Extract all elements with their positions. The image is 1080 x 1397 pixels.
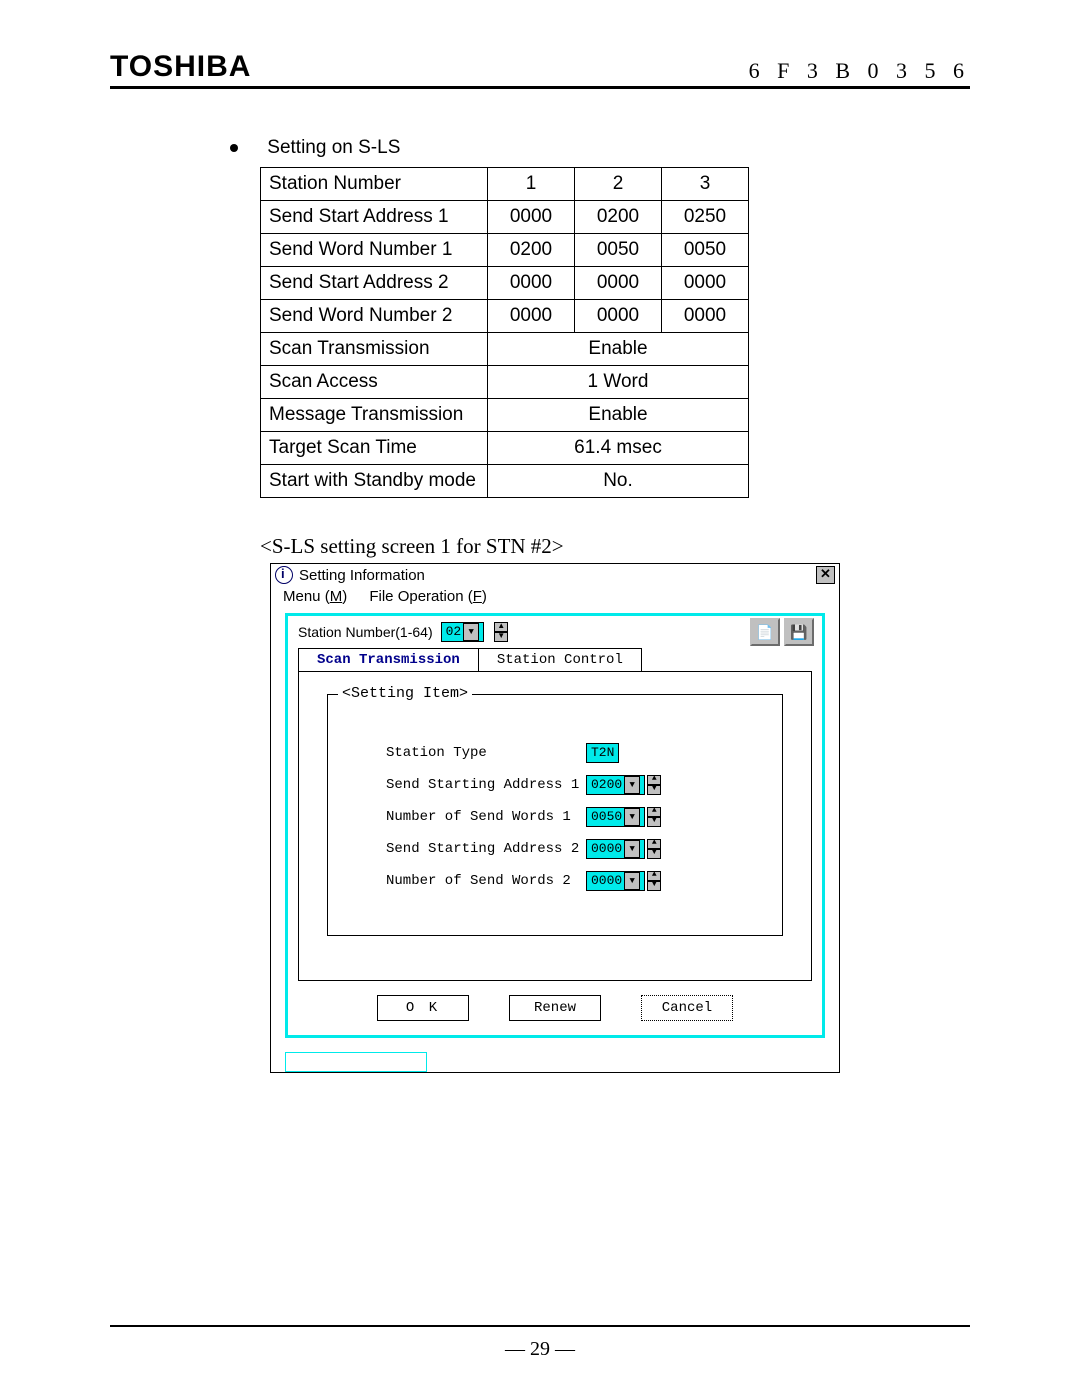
doc-code: 6 F 3 B 0 3 5 6: [749, 58, 970, 84]
label-station-number: Station Number: [261, 168, 488, 201]
col-3: 3: [662, 168, 749, 201]
dropdown-icon[interactable]: ▼: [624, 840, 640, 858]
page-number: — 29 —: [0, 1338, 1080, 1361]
folder-icon: 📄: [756, 624, 773, 641]
cancel-button[interactable]: Cancel: [641, 995, 733, 1021]
send-start-addr-2-input[interactable]: 0000 ▼: [586, 839, 645, 859]
table-row: Target Scan Time 61.4 msec: [261, 432, 749, 465]
save-icon: 💾: [790, 624, 807, 641]
row-station-type: Station Type T2N: [386, 743, 754, 763]
spinner-down-icon[interactable]: ▼: [494, 632, 508, 642]
setting-item-fieldset: <Setting Item> Station Type T2N Send Sta…: [327, 694, 783, 936]
settings-table: Station Number 1 2 3 Send Start Address …: [260, 167, 749, 498]
info-icon: [275, 566, 293, 584]
spinner[interactable]: ▲▼: [647, 871, 661, 891]
num-send-words-2-input[interactable]: 0000 ▼: [586, 871, 645, 891]
spinner[interactable]: ▲▼: [647, 775, 661, 795]
table-row: Station Number 1 2 3: [261, 168, 749, 201]
table-row: Scan Access 1 Word: [261, 366, 749, 399]
table-row: Send Start Address 1 0000 0200 0250: [261, 201, 749, 234]
page-header: TOSHIBA 6 F 3 B 0 3 5 6: [110, 50, 970, 89]
table-row: Send Word Number 2 0000 0000 0000: [261, 300, 749, 333]
num-send-words-1-input[interactable]: 0050 ▼: [586, 807, 645, 827]
station-number-spinner[interactable]: ▲ ▼: [494, 622, 508, 642]
tab-station-control[interactable]: Station Control: [478, 648, 642, 671]
dropdown-icon[interactable]: ▼: [624, 808, 640, 826]
tab-body: <Setting Item> Station Type T2N Send Sta…: [298, 671, 812, 981]
fieldset-legend: <Setting Item>: [338, 685, 472, 702]
spinner[interactable]: ▲▼: [647, 839, 661, 859]
brand-logo: TOSHIBA: [110, 50, 251, 84]
bullet-text: Setting on S-LS: [267, 137, 400, 158]
menu-file-operation[interactable]: File Operation (F): [369, 588, 487, 605]
row-send-start-addr-2: Send Starting Address 2 0000 ▼ ▲▼: [386, 839, 754, 859]
send-start-addr-1-input[interactable]: 0200 ▼: [586, 775, 645, 795]
toolbar-save-button[interactable]: 💾: [784, 618, 814, 646]
dialog-title: Setting Information: [299, 567, 425, 584]
table-row: Start with Standby mode No.: [261, 465, 749, 498]
row-num-send-words-2: Number of Send Words 2 0000 ▼ ▲▼: [386, 871, 754, 891]
dropdown-icon[interactable]: ▼: [463, 623, 479, 641]
status-strip: [285, 1052, 427, 1072]
table-row: Send Word Number 1 0200 0050 0050: [261, 234, 749, 267]
dropdown-icon[interactable]: ▼: [624, 872, 640, 890]
tab-scan-transmission[interactable]: Scan Transmission: [298, 648, 479, 671]
setting-info-dialog: Setting Information ✕ Menu (M) File Oper…: [270, 563, 840, 1073]
toolbar-open-button[interactable]: 📄: [750, 618, 780, 646]
dropdown-icon[interactable]: ▼: [624, 776, 640, 794]
renew-button[interactable]: Renew: [509, 995, 601, 1021]
col-1: 1: [488, 168, 575, 201]
spinner[interactable]: ▲▼: [647, 807, 661, 827]
menu-menu[interactable]: Menu (M): [283, 588, 351, 605]
col-2: 2: [575, 168, 662, 201]
table-row: Scan Transmission Enable: [261, 333, 749, 366]
table-row: Send Start Address 2 0000 0000 0000: [261, 267, 749, 300]
ok-button[interactable]: O K: [377, 995, 469, 1021]
row-send-start-addr-1: Send Starting Address 1 0200 ▼ ▲▼: [386, 775, 754, 795]
menu-bar: Menu (M) File Operation (F): [271, 586, 839, 613]
table-row: Message Transmission Enable: [261, 399, 749, 432]
station-number-input[interactable]: 02 ▼: [441, 622, 485, 642]
station-number-label: Station Number(1-64): [298, 624, 433, 640]
row-num-send-words-1: Number of Send Words 1 0050 ▼ ▲▼: [386, 807, 754, 827]
footer-rule: [110, 1325, 970, 1327]
close-button[interactable]: ✕: [816, 566, 835, 584]
outer-frame: 📄 💾 Station Number(1-64) 02 ▼ ▲ ▼ Scan: [285, 613, 825, 1038]
screenshot-caption: <S-LS setting screen 1 for STN #2>: [260, 534, 970, 559]
bullet-icon: [230, 144, 238, 152]
bullet-setting-on-sls: Setting on S-LS: [230, 137, 970, 159]
station-type-field[interactable]: T2N: [586, 743, 619, 763]
